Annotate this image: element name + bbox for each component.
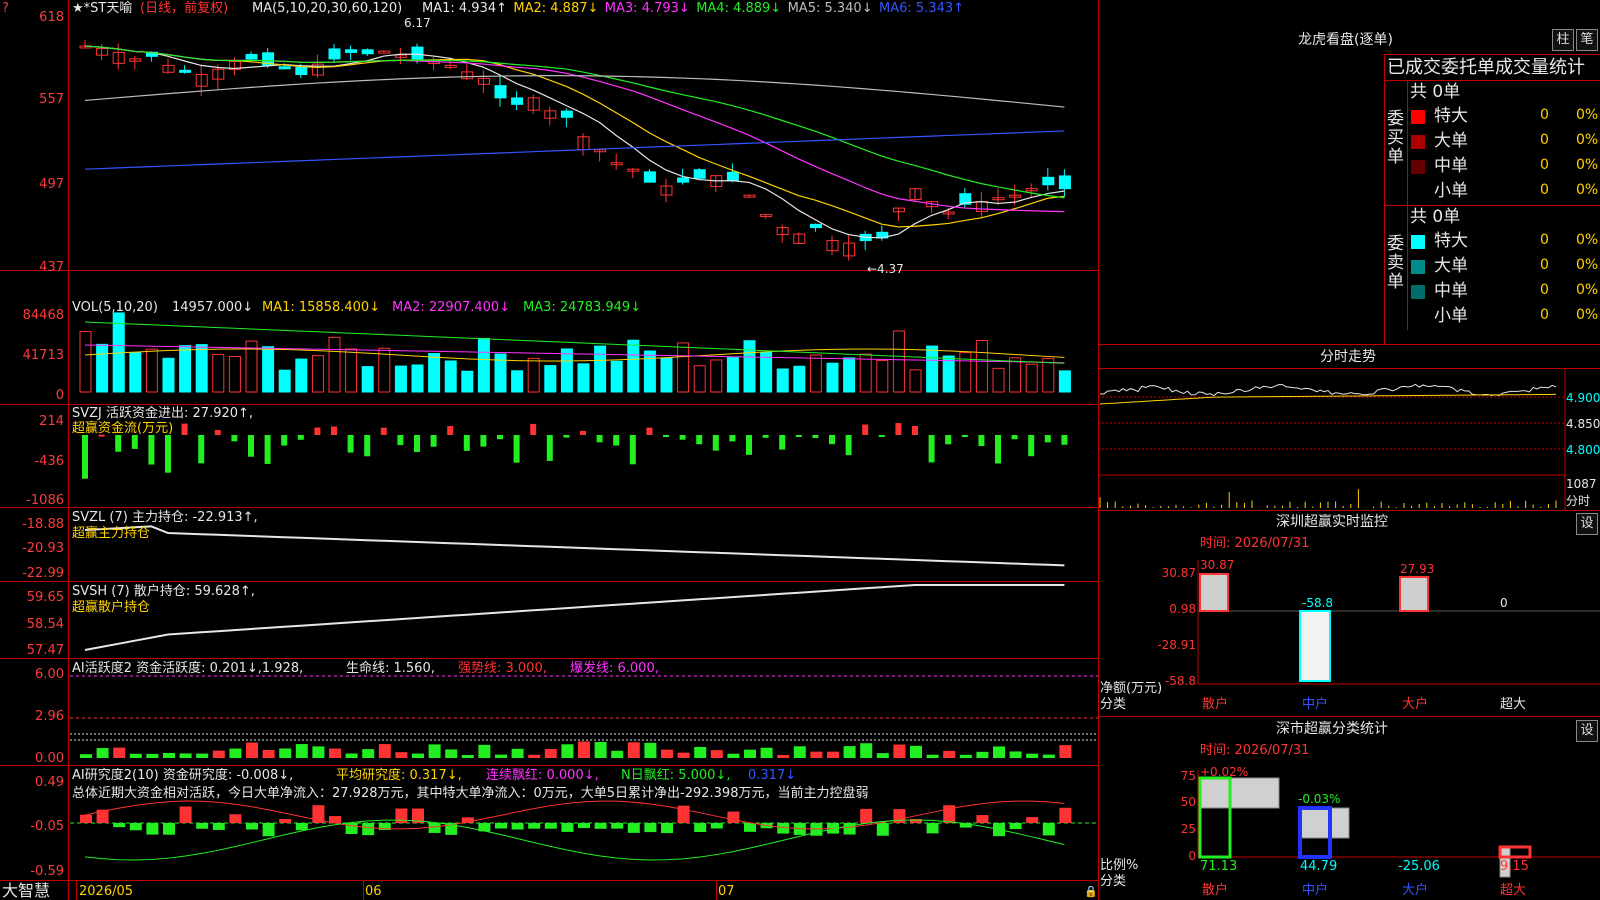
cls-tick: 25 bbox=[1180, 822, 1196, 836]
cls-val: 44.79 bbox=[1300, 859, 1338, 874]
cls-chart bbox=[1197, 770, 1600, 878]
cls-cat-label: 分类 bbox=[1100, 874, 1127, 889]
cls-cat: 散户 bbox=[1202, 883, 1229, 898]
cls-unit: 比例% bbox=[1100, 858, 1139, 873]
cls-tick: 75 bbox=[1180, 769, 1196, 783]
cls-tick: 50 bbox=[1180, 795, 1196, 809]
cls-cat: 大户 bbox=[1402, 883, 1429, 898]
cls-top-val: +0.02% bbox=[1200, 765, 1249, 779]
cls-val: 9.15 bbox=[1500, 859, 1529, 874]
cls-val: 71.13 bbox=[1200, 859, 1238, 874]
cls-val: -25.06 bbox=[1398, 859, 1440, 874]
cls-tick: 0 bbox=[1188, 849, 1196, 863]
cls-cat: 超大 bbox=[1500, 883, 1527, 898]
cls-cat: 中户 bbox=[1302, 883, 1329, 898]
cls-bar bbox=[1199, 777, 1280, 809]
cls-top-val: -0.03% bbox=[1298, 792, 1341, 806]
cls-bar bbox=[1299, 807, 1350, 839]
